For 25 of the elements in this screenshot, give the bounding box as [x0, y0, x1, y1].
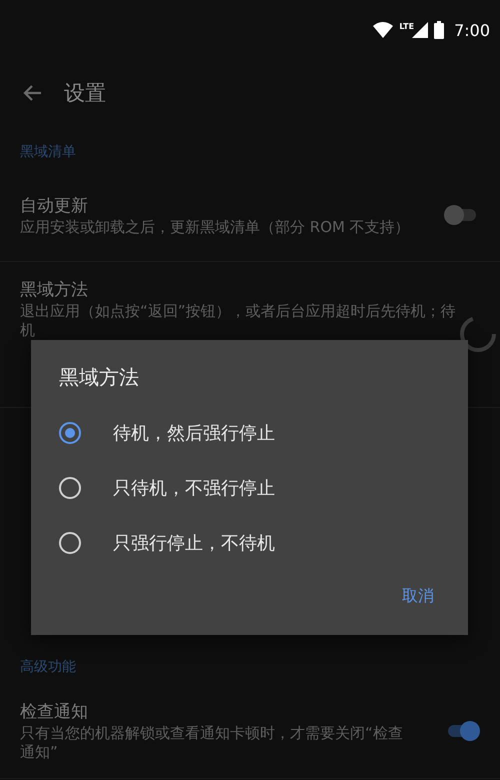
item-title: 黑域方法: [20, 279, 89, 302]
item-title: 自动更新: [20, 194, 89, 218]
settings-item[interactable]: 自动更新 应用安装或卸载之后，更新黑域清单（部分 ROM 不支持）: [0, 169, 500, 262]
radio-button[interactable]: [59, 422, 81, 444]
dialog-title: 黑域方法: [59, 364, 140, 391]
page-title: 设置: [64, 80, 106, 106]
radio-button[interactable]: [59, 532, 81, 554]
settings-item[interactable]: 检查通知 只有当您的机器解锁或查看通知卡顿时，才需要关闭“检查通知”: [0, 684, 500, 779]
clock: 7:00: [454, 20, 490, 40]
section-header: 高级功能: [19, 658, 77, 677]
item-description: 只有当您的机器解锁或查看通知卡顿时，才需要关闭“检查通知”: [20, 724, 404, 762]
item-description: 退出应用（如点按“返回”按钮），或者后台应用超时后先待机；待机: [20, 302, 457, 340]
radio-button[interactable]: [59, 476, 81, 498]
signal-icon: [412, 22, 428, 38]
back-arrow-icon[interactable]: [22, 84, 42, 102]
item-description: 应用安装或卸载之后，更新黑域清单（部分 ROM 不支持）: [20, 218, 410, 236]
section-header: 黑域清单: [19, 143, 77, 162]
wifi-icon: [373, 22, 394, 38]
option-label[interactable]: 待机，然后强行停止: [113, 420, 275, 444]
network-type: LTE: [399, 22, 414, 31]
item-title: 检查通知: [20, 701, 89, 724]
option-label[interactable]: 只强行停止，不待机: [113, 530, 275, 554]
option-label[interactable]: 只待机，不强行停止: [113, 476, 275, 500]
cancel-button[interactable]: 取消: [392, 580, 444, 613]
battery-icon: [434, 21, 444, 39]
